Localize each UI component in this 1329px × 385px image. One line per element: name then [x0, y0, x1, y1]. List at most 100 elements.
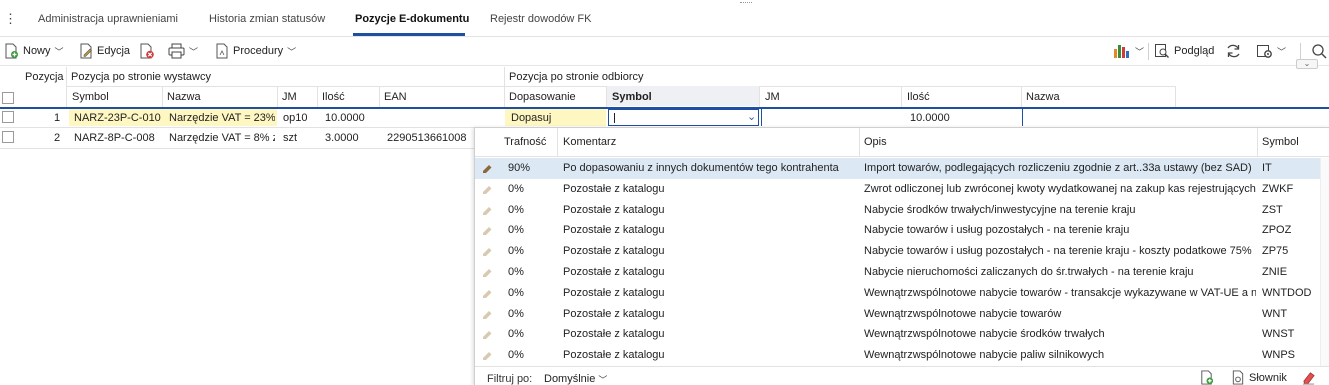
cell-receiver-qty[interactable]: 10.0000 — [910, 112, 950, 124]
column-divider — [504, 67, 505, 107]
pencil-icon — [483, 248, 492, 257]
tab-administracja-uprawnieniami[interactable]: Administracja uprawnieniami — [38, 13, 178, 25]
refresh-button[interactable] — [1225, 43, 1242, 59]
dropdown-cell-comment: Pozostałe z katalogu — [563, 328, 665, 341]
dropdown-row[interactable]: 0% Pozostałe z katalogu Nabycie nieruchomo… — [475, 262, 1321, 283]
dropdown-footer: Filtruj po: Domyślnie ﹀ Słownik — [475, 366, 1329, 385]
dropdown-cell-symbol: ZWKF — [1262, 182, 1294, 195]
row-checkbox[interactable] — [2, 111, 14, 123]
dropdown-cell-comment: Pozostałe z katalogu — [563, 203, 665, 216]
column-header-jm[interactable]: JM — [282, 91, 297, 103]
dictionary-label: Słownik — [1249, 371, 1287, 384]
group-header-receiver: Pozycja po stronie odbiorcy — [509, 71, 644, 83]
column-divider — [379, 87, 380, 107]
procedures-button[interactable]: Procedury ﹀ — [215, 43, 296, 59]
dropdown-cell-accuracy: 0% — [508, 203, 524, 216]
edit-button[interactable]: Edycja — [79, 43, 130, 59]
dropdown-row[interactable]: 0% Pozostałe z katalogu Nabycie towarów i … — [475, 220, 1321, 241]
column-header-ean[interactable]: EAN — [384, 91, 407, 103]
tab-pozycje-e-dokumentu[interactable]: Pozycje E-dokumentu — [355, 13, 469, 25]
chevron-down-icon: ﹀ — [189, 46, 199, 57]
group-header-issuer: Pozycja po stronie wystawcy — [71, 71, 211, 83]
cell-name[interactable]: Narzędzie VAT = 8% z — [169, 132, 275, 144]
dropdown-chevron-icon[interactable]: ⌄ — [747, 110, 756, 123]
tab-rejestr-dowodow-fk[interactable]: Rejestr dowodów FK — [490, 13, 592, 25]
column-header-receiver-name[interactable]: Nazwa — [1026, 91, 1060, 103]
cell-pos: 1 — [54, 112, 61, 124]
dropdown-cell-accuracy: 0% — [508, 349, 524, 362]
column-header-qty[interactable]: Ilość — [322, 91, 345, 103]
dropdown-scrollbar[interactable] — [1320, 158, 1329, 366]
add-entry-button[interactable] — [1199, 370, 1214, 385]
match-button[interactable]: Dopasuj — [511, 112, 551, 124]
dropdown-cell-comment: Pozostałe z katalogu — [563, 266, 665, 278]
settings-icon — [1257, 45, 1272, 58]
delete-button[interactable] — [139, 43, 155, 59]
dropdown-row[interactable]: 0% Pozostałe z katalogu Wewnątrzwspólnotow… — [475, 304, 1321, 325]
column-header-pozycja[interactable]: Pozycja — [25, 71, 64, 83]
tab-historia-zmian-statusow[interactable]: Historia zmian statusów — [209, 13, 325, 25]
dropdown-column-symbol[interactable]: Symbol — [1262, 136, 1299, 148]
dropdown-row[interactable]: 0% Pozostałe z katalogu Wewnątrzwspólnotow… — [475, 324, 1321, 345]
pencil-icon — [483, 269, 492, 277]
dropdown-cell-accuracy: 0% — [508, 266, 524, 278]
cell-symbol[interactable]: NARZ-8P-C-008 — [74, 132, 162, 144]
pencil-icon — [483, 310, 492, 319]
column-divider — [277, 87, 278, 107]
bar-chart-icon — [1114, 45, 1129, 58]
cell-name[interactable]: Narzędzie VAT = 23% — [169, 112, 275, 124]
select-all-checkbox[interactable] — [2, 92, 14, 104]
cell-symbol[interactable]: NARZ-23P-C-010 — [74, 112, 162, 124]
procedures-button-label: Procedury — [233, 45, 284, 57]
column-divider — [1021, 87, 1022, 107]
dropdown-cell-accuracy: 90% — [508, 162, 531, 174]
dropdown-row[interactable]: 0% Pozostałe z katalogu Zwrot odliczonej l… — [475, 179, 1321, 200]
cell-jm[interactable]: op10 — [283, 112, 307, 124]
dropdown-cell-symbol: ZP75 — [1262, 245, 1289, 258]
column-header-name[interactable]: Nazwa — [167, 91, 201, 103]
filter-select[interactable]: Domyślnie ﹀ — [544, 373, 607, 385]
dropdown-cell-accuracy: 0% — [508, 182, 524, 195]
dropdown-cell-symbol: ZPOZ — [1262, 224, 1292, 237]
cell-ean[interactable]: 2290513661008 — [387, 132, 473, 144]
settings-button[interactable]: ﹀ — [1256, 43, 1286, 59]
cell-qty[interactable]: 10.0000 — [325, 112, 365, 124]
dictionary-button[interactable]: Słownik — [1231, 370, 1287, 385]
dropdown-header: Trafność Komentarz Opis Symbol — [475, 128, 1329, 157]
receiver-symbol-input[interactable]: ⌄ — [608, 109, 759, 126]
dropdown-cell-symbol: WNTDOD — [1262, 286, 1312, 299]
preview-button[interactable]: Podgląd — [1154, 43, 1214, 59]
chart-button[interactable]: ﹀ — [1113, 43, 1144, 59]
dropdown-column-accuracy[interactable]: Trafność — [504, 136, 546, 148]
print-button[interactable]: ﹀ — [168, 43, 198, 59]
dropdown-rows: 90% Po dopasowaniu z innych dokumentów te… — [475, 158, 1329, 366]
drag-handle[interactable] — [740, 2, 752, 5]
dropdown-column-description[interactable]: Opis — [864, 136, 887, 148]
dropdown-row[interactable]: 0% Pozostałe z katalogu Wewnątrzwspólnotow… — [475, 283, 1321, 304]
search-button[interactable] — [1311, 43, 1327, 59]
dropdown-column-comment[interactable]: Komentarz — [563, 136, 616, 148]
clear-button[interactable] — [1301, 370, 1316, 385]
cell-jm[interactable]: szt — [283, 132, 297, 144]
column-header-symbol[interactable]: Symbol — [72, 91, 109, 103]
dropdown-cell-comment: Pozostałe z katalogu — [563, 286, 665, 299]
new-button[interactable]: Nowy ﹀ — [3, 43, 64, 59]
dropdown-row[interactable]: 0% Pozostałe z katalogu Wewnątrzwspólnotow… — [475, 345, 1321, 366]
dropdown-row[interactable]: 0% Pozostałe z katalogu Nabycie środków tr… — [475, 200, 1321, 221]
more-vertical-icon[interactable]: ⋮ — [4, 11, 17, 27]
pencil-icon — [483, 185, 492, 194]
chevron-down-icon: ﹀ — [598, 375, 608, 385]
column-header-receiver-qty[interactable]: Ilość — [907, 91, 930, 103]
cell-qty[interactable]: 3.0000 — [325, 132, 359, 144]
column-header-receiver-symbol[interactable]: Symbol — [612, 91, 652, 103]
eraser-icon — [1302, 372, 1315, 385]
row-checkbox[interactable] — [2, 131, 14, 143]
column-header-receiver-jm[interactable]: JM — [765, 91, 780, 103]
column-header-match[interactable]: Dopasowanie — [509, 91, 576, 103]
dropdown-row[interactable]: 90% Po dopasowaniu z innych dokumentów te… — [475, 158, 1321, 179]
column-divider — [859, 128, 860, 157]
column-divider — [557, 128, 558, 157]
dropdown-cell-accuracy: 0% — [508, 245, 524, 258]
dropdown-row[interactable]: 0% Pozostałe z katalogu Nabycie towarów i … — [475, 241, 1321, 262]
collapse-handle[interactable]: ⌄ — [1296, 59, 1318, 69]
